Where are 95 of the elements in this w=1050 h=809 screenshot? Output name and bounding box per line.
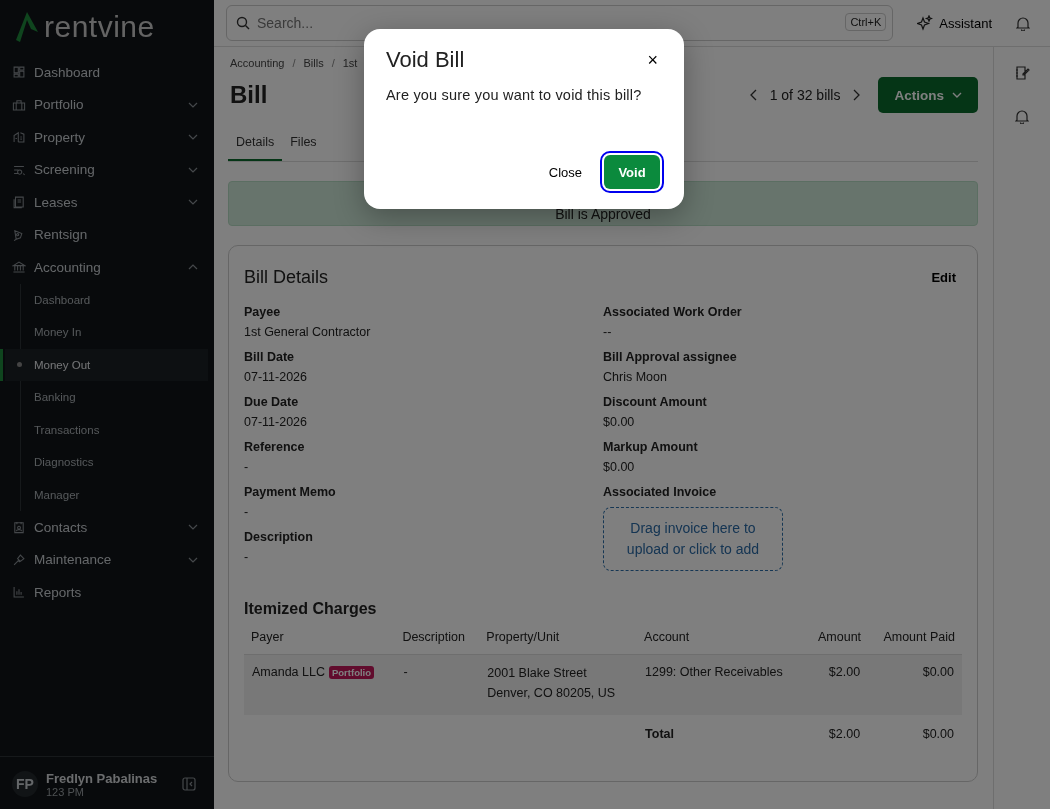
nav-icon: [12, 585, 26, 600]
logo-text: rentvine: [44, 10, 155, 44]
nav-item[interactable]: Rentsign: [0, 218, 214, 251]
table-cell: $0.00: [868, 654, 962, 715]
column-header: Property/Unit: [479, 626, 638, 655]
field-value: -: [244, 460, 249, 474]
breadcrumb-link[interactable]: 1st: [342, 57, 358, 69]
user-subtitle: 123 PM: [46, 785, 84, 798]
assistant-button[interactable]: Assistant: [911, 14, 998, 32]
column-header: Amount: [805, 626, 869, 655]
shortcut-hint: Ctrl+K: [845, 13, 887, 31]
table-cell-text: 2001 Blake Street Denver, CO 80205, US: [487, 665, 616, 702]
field-label: Bill Approval assignee: [603, 350, 737, 364]
field-label: Associated Work Order: [603, 305, 742, 319]
nav-subitem[interactable]: Diagnostics: [21, 446, 208, 479]
notification-bell-icon[interactable]: [1016, 15, 1030, 31]
nav-subitem[interactable]: Banking: [21, 381, 208, 414]
nav-item[interactable]: Reports: [0, 576, 214, 609]
nav-subitem[interactable]: Transactions: [21, 413, 208, 446]
edit-button[interactable]: Edit: [925, 266, 962, 289]
column-header: Amount Paid: [868, 626, 962, 655]
sparkle-icon: [917, 15, 934, 31]
field-label: Payee: [244, 305, 281, 319]
actions-button[interactable]: Actions: [878, 77, 978, 113]
field-label: Due Date: [244, 395, 299, 409]
nav-item[interactable]: Portfolio: [0, 88, 214, 121]
pager-text: 1 of 32 bills: [769, 87, 841, 103]
nav-icon: [12, 65, 26, 80]
table-cell: Amanda LLC: [252, 665, 325, 679]
table-cell: $2.00: [805, 654, 869, 715]
logo-icon: [16, 12, 38, 42]
field-label: Associated Invoice: [603, 485, 717, 499]
field-value: $0.00: [603, 460, 635, 474]
breadcrumb-separator: /: [292, 57, 296, 69]
nav-subitem[interactable]: Money In: [21, 316, 208, 349]
user-name: Fredlyn Pabalinas: [46, 770, 159, 786]
dialog-title: Void Bill: [386, 47, 465, 73]
table-cell: $2.00: [805, 715, 869, 751]
nav-subitem[interactable]: Manager: [21, 478, 208, 511]
tab[interactable]: Files: [282, 127, 325, 161]
field-value: 1st General Contractor: [244, 325, 371, 339]
search-icon: [236, 16, 250, 30]
field-label: Discount Amount: [603, 395, 707, 409]
nav-icon: [12, 260, 26, 275]
nav-item[interactable]: Property: [0, 121, 214, 154]
notes-icon[interactable]: [1014, 65, 1030, 81]
nav-item[interactable]: Accounting: [0, 251, 214, 284]
nav-icon: [12, 97, 26, 112]
field-value: $0.00: [603, 415, 635, 429]
invoice-dropzone[interactable]: Drag invoice here to upload or click to add: [603, 507, 783, 571]
column-header: Description: [395, 626, 480, 655]
card-title: Bill Details: [244, 267, 329, 288]
table-cell: $0.00: [868, 715, 962, 751]
breadcrumb-link[interactable]: Accounting: [230, 57, 285, 69]
field-value: -: [244, 550, 249, 564]
page-title: Bill: [229, 81, 268, 109]
column-header: Account: [637, 626, 806, 655]
field-label: Bill Date: [244, 350, 294, 364]
nav-item[interactable]: Contacts: [0, 511, 214, 544]
nav-item[interactable]: Dashboard: [0, 56, 214, 89]
section-title: Itemized Charges: [244, 600, 378, 618]
close-button[interactable]: ×: [643, 49, 662, 71]
close-text-button[interactable]: Close: [544, 160, 586, 184]
nav-item[interactable]: Maintenance: [0, 543, 214, 576]
field-label: Payment Memo: [244, 485, 336, 499]
field-label: Description: [244, 530, 313, 544]
field-label: Reference: [244, 440, 305, 454]
field-value: 07-11-2026: [244, 370, 307, 384]
user-avatar: FP: [12, 771, 38, 797]
field-value: --: [603, 325, 612, 339]
total-label: Total: [645, 727, 674, 741]
nav-icon: [12, 130, 26, 145]
tab[interactable]: Details: [228, 127, 283, 161]
field-label: Markup Amount: [603, 440, 698, 454]
nav-icon: [12, 520, 26, 535]
tag: Portfolio: [328, 665, 375, 679]
nav-icon: [12, 195, 26, 210]
breadcrumb-link[interactable]: Bills: [303, 57, 324, 69]
field-value: -: [244, 505, 249, 519]
table-cell: -: [395, 654, 480, 715]
field-value: 07-11-2026: [244, 415, 307, 429]
nav-subitem[interactable]: Dashboard: [21, 283, 208, 316]
nav-item[interactable]: Leases: [0, 186, 214, 219]
next-icon[interactable]: [852, 89, 861, 101]
previous-icon[interactable]: [749, 89, 758, 101]
notification-bell-icon[interactable]: [1015, 109, 1029, 124]
field-value: Chris Moon: [603, 370, 667, 384]
nav-icon: [12, 227, 26, 242]
nav-icon: [12, 552, 26, 567]
table-cell: 1299: Other Receivables: [637, 654, 806, 715]
caret-icon: [952, 92, 962, 98]
nav-item[interactable]: Screening: [0, 153, 214, 186]
column-header: Payer: [244, 626, 396, 655]
dialog-message: Are you sure you want to void this bill?: [386, 87, 643, 105]
breadcrumb-separator: /: [331, 57, 335, 69]
